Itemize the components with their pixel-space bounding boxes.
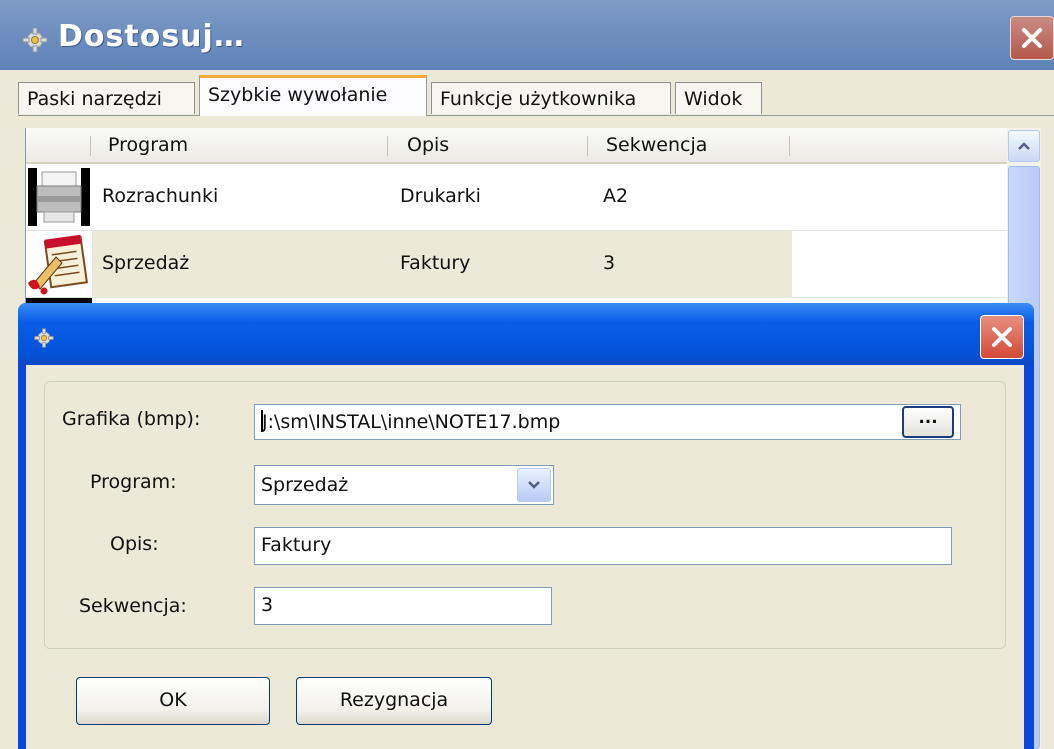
- tab-strip: Paski narzędzi Szybkie wywołanie Funkcje…: [18, 75, 1054, 116]
- grid-header: Program Opis Sekwencja: [26, 128, 1008, 164]
- grafika-label: Grafika (bmp):: [62, 408, 201, 430]
- cell-sekwencja: A2: [603, 185, 629, 207]
- printer-icon: [26, 166, 92, 233]
- sekwencja-field[interactable]: 3: [254, 587, 552, 625]
- grafika-field[interactable]: J:\sm\INSTAL\inne\NOTE17.bmp: [254, 404, 961, 440]
- table-row[interactable]: Rozrachunki Drukarki A2: [26, 164, 1008, 231]
- cancel-button[interactable]: Rezygnacja: [296, 677, 492, 725]
- table-row[interactable]: Sprzedaż Faktury 3: [26, 231, 1008, 298]
- tab-divider: [18, 115, 1054, 116]
- opis-field[interactable]: Faktury: [254, 527, 952, 565]
- column-header-program[interactable]: Program: [108, 134, 188, 156]
- ok-button[interactable]: OK: [76, 677, 270, 725]
- scroll-up-button[interactable]: [1008, 130, 1040, 162]
- edit-shortcut-dialog: Grafika (bmp): J:\sm\INSTAL\inne\NOTE17.…: [18, 303, 1034, 749]
- tab-funkcje-uzytkownika[interactable]: Funkcje użytkownika: [431, 82, 671, 114]
- main-title-bar[interactable]: Dostosuj…: [0, 0, 1054, 70]
- gear-icon: [34, 328, 54, 353]
- tab-szybkie-wywolanie[interactable]: Szybkie wywołanie: [199, 75, 427, 116]
- dialog-body: Grafika (bmp): J:\sm\INSTAL\inne\NOTE17.…: [26, 365, 1024, 749]
- close-icon: [1022, 28, 1042, 48]
- dialog-title-bar[interactable]: [18, 303, 1034, 365]
- cell-opis: Faktury: [400, 252, 471, 274]
- column-header-opis[interactable]: Opis: [407, 134, 449, 156]
- cell-program: Rozrachunki: [102, 185, 219, 207]
- chevron-down-icon: [528, 481, 540, 489]
- close-icon: [992, 327, 1012, 347]
- tab-paski-narzedzi[interactable]: Paski narzędzi: [18, 82, 195, 114]
- fields-group: Grafika (bmp): J:\sm\INSTAL\inne\NOTE17.…: [44, 381, 1006, 649]
- cell-program: Sprzedaż: [102, 252, 190, 274]
- cell-sekwencja: 3: [603, 252, 616, 274]
- program-select[interactable]: Sprzedaż: [254, 465, 554, 505]
- program-label: Program:: [90, 471, 177, 493]
- window-title: Dostosuj…: [58, 19, 245, 54]
- chevron-up-icon: [1018, 142, 1030, 150]
- tab-widok[interactable]: Widok: [675, 82, 762, 114]
- notepad-icon: [26, 233, 92, 300]
- window-close-button[interactable]: [1010, 16, 1054, 60]
- dialog-close-button[interactable]: [980, 315, 1024, 359]
- opis-label: Opis:: [110, 533, 159, 555]
- sekwencja-label: Sekwencja:: [79, 595, 187, 617]
- browse-button[interactable]: ...: [902, 406, 954, 438]
- gear-icon: [22, 27, 48, 58]
- cell-opis: Drukarki: [400, 185, 481, 207]
- dropdown-button[interactable]: [517, 468, 551, 502]
- column-header-sekwencja[interactable]: Sekwencja: [606, 134, 707, 156]
